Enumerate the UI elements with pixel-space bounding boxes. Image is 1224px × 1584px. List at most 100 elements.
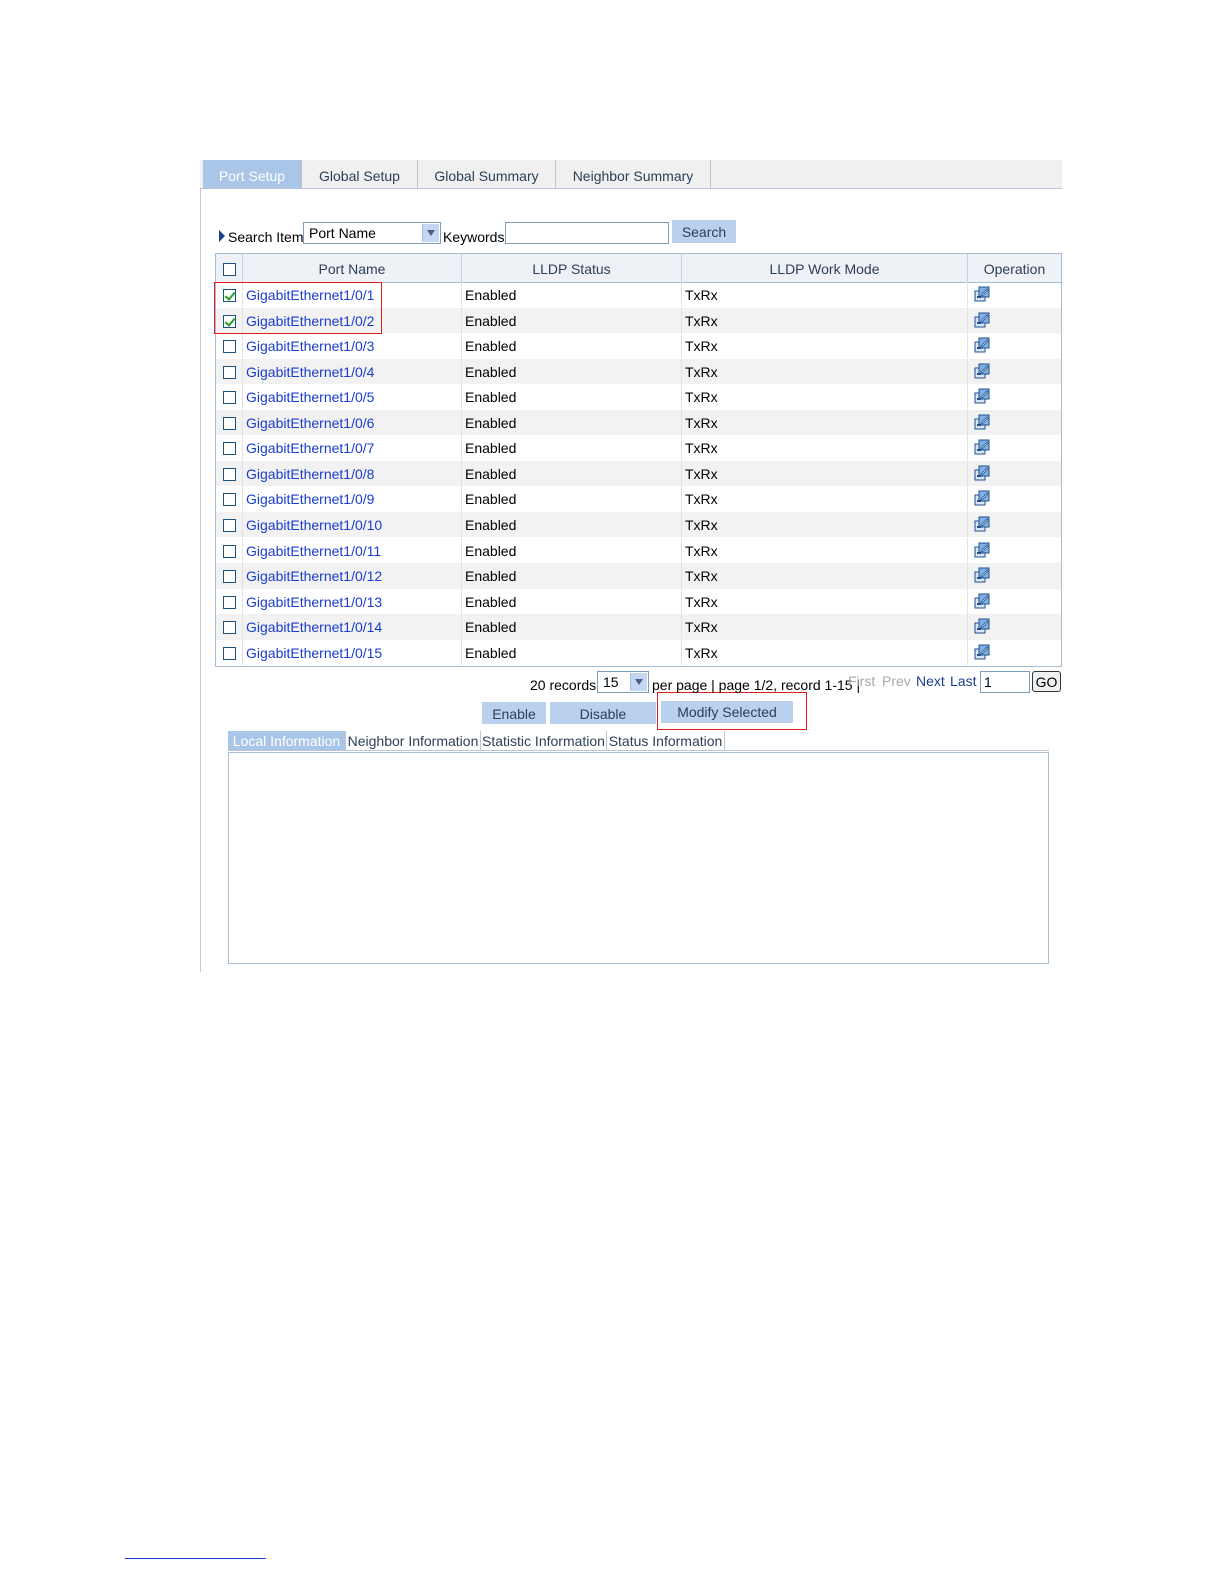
- row-checkbox[interactable]: [223, 595, 236, 609]
- row-checkbox[interactable]: [223, 416, 236, 430]
- header-lldp-work-mode: LLDP Work Mode: [682, 254, 968, 282]
- go-button[interactable]: GO: [1032, 671, 1061, 692]
- port-name-link[interactable]: GigabitEthernet1/0/14: [243, 614, 462, 640]
- port-name-link[interactable]: GigabitEthernet1/0/1: [243, 282, 462, 307]
- port-name-link[interactable]: GigabitEthernet1/0/10: [243, 511, 462, 537]
- port-name-link[interactable]: GigabitEthernet1/0/13: [243, 588, 462, 614]
- table-row: GigabitEthernet1/0/5 Enabled TxRx: [216, 384, 1061, 410]
- modify-icon[interactable]: [974, 414, 990, 430]
- info-tab-bar: Local Information Neighbor Information S…: [228, 731, 1049, 751]
- lldp-work-mode-cell: TxRx: [682, 282, 968, 307]
- operation-cell: [968, 308, 1061, 333]
- triangle-icon: [219, 230, 225, 242]
- port-name-link[interactable]: GigabitEthernet1/0/9: [243, 486, 462, 512]
- table-row: GigabitEthernet1/0/10 Enabled TxRx: [216, 511, 1061, 538]
- row-select-cell: [216, 333, 243, 359]
- modify-icon[interactable]: [974, 542, 990, 558]
- per-page-select[interactable]: 15: [597, 671, 649, 693]
- operation-cell: [968, 486, 1061, 511]
- search-item-select[interactable]: Port Name: [303, 222, 441, 244]
- keywords-label: Keywords:: [443, 229, 509, 245]
- row-checkbox[interactable]: [223, 289, 236, 302]
- row-select-cell: [216, 358, 243, 384]
- port-name-link[interactable]: GigabitEthernet1/0/5: [243, 384, 462, 410]
- port-name-link[interactable]: GigabitEthernet1/0/15: [243, 639, 462, 665]
- modify-icon[interactable]: [974, 644, 990, 660]
- modify-icon[interactable]: [974, 388, 990, 404]
- row-checkbox[interactable]: [223, 544, 236, 558]
- tab-bar: Port Setup Global Setup Global Summary N…: [200, 160, 1062, 189]
- row-select-cell: [216, 409, 243, 435]
- row-checkbox[interactable]: [223, 646, 236, 660]
- row-checkbox[interactable]: [223, 391, 236, 405]
- port-name-link[interactable]: GigabitEthernet1/0/4: [243, 358, 462, 384]
- tab-statistic-information[interactable]: Statistic Information: [481, 731, 607, 750]
- modify-icon[interactable]: [974, 593, 990, 609]
- row-select-cell: [216, 435, 243, 461]
- modify-icon[interactable]: [974, 567, 990, 583]
- lldp-status-cell: Enabled: [462, 511, 682, 537]
- lldp-work-mode-cell: TxRx: [682, 614, 968, 640]
- page-number-input[interactable]: 1: [980, 671, 1030, 693]
- table-row: GigabitEthernet1/0/13 Enabled TxRx: [216, 588, 1061, 615]
- tab-port-setup[interactable]: Port Setup: [203, 160, 302, 188]
- lldp-work-mode-cell: TxRx: [682, 435, 968, 461]
- row-checkbox[interactable]: [223, 493, 236, 507]
- modify-icon[interactable]: [974, 618, 990, 634]
- port-name-link[interactable]: GigabitEthernet1/0/6: [243, 409, 462, 435]
- modify-icon[interactable]: [974, 286, 990, 302]
- port-name-link[interactable]: GigabitEthernet1/0/11: [243, 537, 462, 563]
- row-checkbox[interactable]: [223, 570, 236, 584]
- header-select-cell: [216, 254, 243, 282]
- row-checkbox[interactable]: [223, 518, 236, 532]
- modify-selected-button[interactable]: Modify Selected: [661, 701, 793, 723]
- row-checkbox[interactable]: [223, 365, 236, 379]
- pager-records: 20 records,: [530, 677, 601, 693]
- table-row: GigabitEthernet1/0/14 Enabled TxRx: [216, 614, 1061, 640]
- port-name-link[interactable]: GigabitEthernet1/0/3: [243, 333, 462, 359]
- tab-neighbor-information[interactable]: Neighbor Information: [346, 731, 481, 750]
- keywords-input[interactable]: [505, 222, 669, 244]
- row-checkbox[interactable]: [223, 467, 236, 481]
- lldp-status-cell: Enabled: [462, 460, 682, 486]
- tab-neighbor-summary[interactable]: Neighbor Summary: [556, 160, 711, 188]
- pager-last[interactable]: Last: [950, 673, 976, 689]
- disable-button[interactable]: Disable: [550, 702, 656, 724]
- port-name-link[interactable]: GigabitEthernet1/0/12: [243, 563, 462, 589]
- row-checkbox[interactable]: [223, 621, 236, 635]
- lldp-status-cell: Enabled: [462, 486, 682, 512]
- pager-prev[interactable]: Prev: [882, 673, 911, 689]
- port-name-link[interactable]: GigabitEthernet1/0/2: [243, 307, 462, 333]
- lldp-status-cell: Enabled: [462, 409, 682, 435]
- tab-status-information[interactable]: Status Information: [607, 731, 725, 750]
- modify-icon[interactable]: [974, 490, 990, 506]
- table-row: GigabitEthernet1/0/8 Enabled TxRx: [216, 460, 1061, 487]
- modify-icon[interactable]: [974, 465, 990, 481]
- row-checkbox[interactable]: [223, 314, 236, 328]
- row-checkbox[interactable]: [223, 442, 236, 456]
- table-row: GigabitEthernet1/0/15 Enabled TxRx: [216, 639, 1061, 666]
- pager-next[interactable]: Next: [916, 673, 945, 689]
- lldp-status-cell: Enabled: [462, 358, 682, 384]
- information-panel: [228, 752, 1049, 964]
- chevron-down-icon[interactable]: [630, 673, 647, 691]
- enable-button[interactable]: Enable: [482, 702, 546, 724]
- modify-icon[interactable]: [974, 439, 990, 455]
- tab-global-summary[interactable]: Global Summary: [418, 160, 556, 188]
- footnote-separator: [125, 1558, 266, 1559]
- tab-global-setup[interactable]: Global Setup: [302, 160, 418, 188]
- modify-icon[interactable]: [974, 363, 990, 379]
- chevron-down-icon[interactable]: [422, 224, 439, 242]
- tab-local-information[interactable]: Local Information: [228, 731, 346, 750]
- operation-cell: [968, 461, 1061, 486]
- port-name-link[interactable]: GigabitEthernet1/0/7: [243, 435, 462, 461]
- row-checkbox[interactable]: [223, 340, 236, 354]
- modify-icon[interactable]: [974, 312, 990, 328]
- modify-icon[interactable]: [974, 337, 990, 353]
- pager-first[interactable]: First: [848, 673, 875, 689]
- select-all-checkbox[interactable]: [223, 263, 236, 276]
- modify-icon[interactable]: [974, 516, 990, 532]
- port-name-link[interactable]: GigabitEthernet1/0/8: [243, 460, 462, 486]
- search-button[interactable]: Search: [672, 220, 736, 243]
- lldp-work-mode-cell: TxRx: [682, 307, 968, 333]
